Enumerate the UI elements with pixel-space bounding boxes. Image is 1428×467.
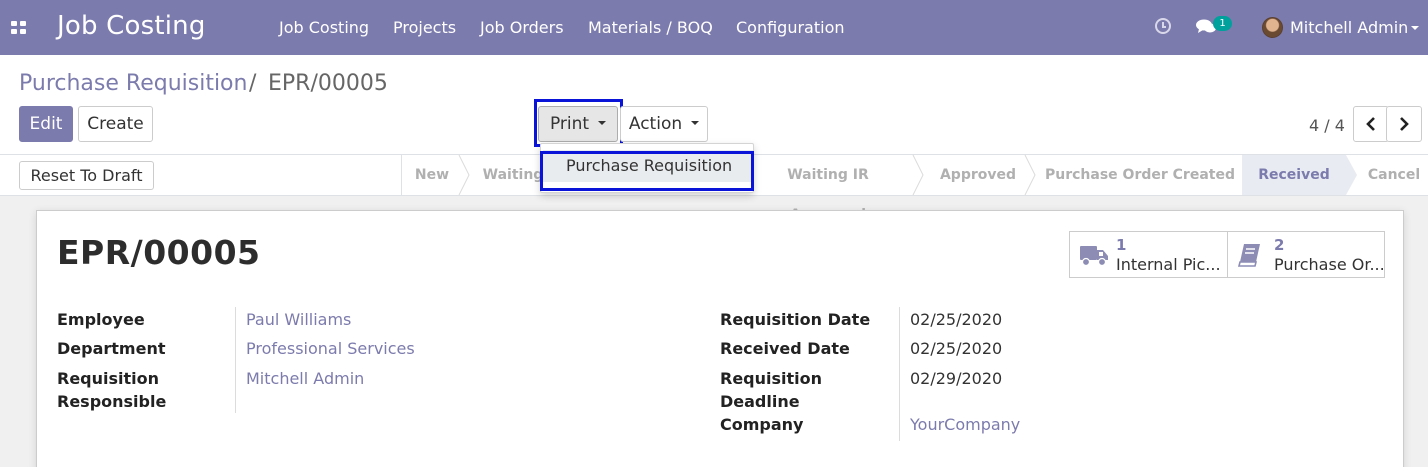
breadcrumb-separator: /	[249, 71, 257, 96]
requisition-date-value[interactable]: 02/25/2020	[910, 308, 1002, 331]
print-button-label: Print	[549, 114, 590, 134]
stage-new[interactable]: New	[401, 155, 463, 195]
purchase-order-smart-button[interactable]: 2 Purchase Or...	[1227, 231, 1385, 278]
record-title: EPR/00005	[57, 233, 261, 272]
menu-item-projects[interactable]: Projects	[393, 18, 456, 37]
action-button[interactable]: Action	[620, 106, 708, 142]
reset-to-draft-button[interactable]: Reset To Draft	[19, 161, 154, 190]
chevron-right-icon	[1400, 117, 1409, 131]
control-panel: Purchase Requisition / EPR/00005 Edit Cr…	[0, 55, 1428, 155]
received-date-value[interactable]: 02/25/2020	[910, 337, 1002, 360]
app-title[interactable]: Job Costing	[57, 11, 206, 41]
breadcrumb-current: EPR/00005	[268, 71, 388, 96]
chevron-down-icon[interactable]	[1411, 26, 1419, 30]
department-value[interactable]: Professional Services	[246, 337, 415, 360]
employee-label: Employee	[57, 310, 145, 329]
employee-value[interactable]: Paul Williams	[246, 308, 351, 331]
stage-active-arrow-icon	[1346, 155, 1357, 195]
caret-down-icon	[691, 120, 700, 125]
chat-counter-badge: 1	[1213, 16, 1232, 31]
requisition-responsible-value[interactable]: Mitchell Admin	[246, 367, 364, 390]
field-divider	[235, 307, 236, 413]
stage-cancel[interactable]: Cancel	[1360, 155, 1428, 195]
edit-button[interactable]: Edit	[19, 106, 73, 142]
pager-next-button[interactable]	[1386, 106, 1422, 142]
print-button[interactable]: Print	[538, 106, 618, 142]
menu-item-materials-boq[interactable]: Materials / BOQ	[588, 18, 713, 37]
menu-item-job-orders[interactable]: Job Orders	[480, 18, 564, 37]
stage-purchase-order-created[interactable]: Purchase Order Created	[1038, 155, 1242, 195]
department-label: Department	[57, 339, 166, 358]
form-sheet: EPR/00005 1 Internal Pic... 2 Purchase O…	[36, 210, 1404, 467]
stage-separator-icon	[458, 155, 470, 195]
pager-previous-button[interactable]	[1353, 106, 1389, 142]
create-button[interactable]: Create	[78, 106, 153, 142]
menu-item-job-costing[interactable]: Job Costing	[279, 18, 369, 37]
purchase-order-count: 2	[1274, 236, 1285, 254]
breadcrumb-parent-link[interactable]: Purchase Requisition	[19, 71, 247, 96]
print-dropdown-menu: Purchase Requisition	[540, 143, 754, 193]
requisition-responsible-label: Requisition Responsible	[57, 369, 167, 411]
requisition-deadline-value[interactable]: 02/29/2020	[910, 367, 1002, 390]
stage-received[interactable]: Received	[1242, 155, 1346, 195]
company-value[interactable]: YourCompany	[910, 413, 1020, 436]
chevron-left-icon	[1366, 117, 1375, 131]
activity-clock-icon[interactable]	[1155, 18, 1171, 34]
stage-approved[interactable]: Approved	[925, 155, 1031, 195]
print-purchase-requisition-item[interactable]: Purchase Requisition	[543, 150, 753, 182]
company-label: Company	[720, 415, 804, 434]
received-date-label: Received Date	[720, 339, 850, 358]
requisition-date-label: Requisition Date	[720, 310, 871, 329]
apps-menu-icon[interactable]	[11, 21, 26, 34]
user-menu-name[interactable]: Mitchell Admin	[1290, 18, 1408, 37]
field-divider	[899, 307, 900, 441]
pager-value[interactable]: 4 / 4	[1309, 116, 1345, 135]
menu-item-configuration[interactable]: Configuration	[736, 18, 845, 37]
internal-picking-count: 1	[1116, 236, 1127, 254]
action-button-label: Action	[628, 114, 683, 134]
top-navbar: Job Costing Job Costing Projects Job Ord…	[0, 0, 1428, 55]
caret-down-icon	[598, 120, 607, 125]
stage-separator-icon	[912, 155, 924, 195]
internal-picking-label: Internal Pic...	[1116, 255, 1221, 274]
stage-waiting-ir-approved[interactable]: Waiting IR Approved	[748, 155, 908, 223]
stage-separator-icon	[1024, 155, 1036, 195]
avatar[interactable]	[1262, 17, 1283, 38]
truck-icon	[1080, 246, 1108, 267]
requisition-deadline-label: Requisition Deadline	[720, 369, 823, 411]
book-icon	[1237, 244, 1260, 267]
internal-picking-smart-button[interactable]: 1 Internal Pic...	[1069, 231, 1228, 278]
purchase-order-label: Purchase Or...	[1274, 255, 1385, 274]
